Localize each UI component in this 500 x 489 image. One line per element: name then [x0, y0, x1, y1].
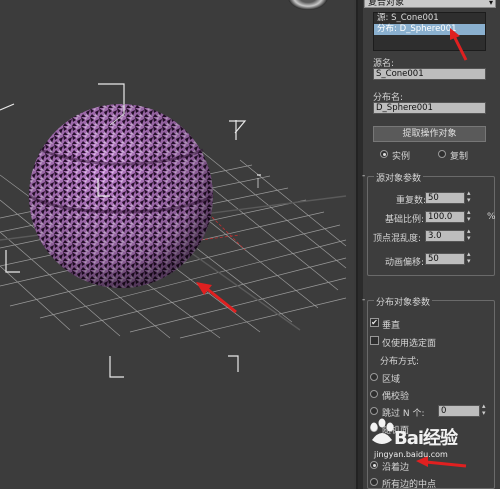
- collapse-icon[interactable]: -: [362, 295, 368, 305]
- percent-label: %: [487, 212, 496, 222]
- vertex-chaos-label: 顶点混乱度:: [373, 234, 422, 244]
- duplicates-label: 重复数:: [396, 196, 427, 206]
- baidu-jingyan-watermark: Bai经验 jingyan.baidu.com: [366, 418, 478, 459]
- method-edges-radio[interactable]: [370, 461, 378, 469]
- skip-n-field[interactable]: 0: [438, 405, 480, 417]
- selected-faces-checkbox[interactable]: [370, 336, 379, 345]
- selected-faces-label: 仅使用选定面: [382, 339, 437, 349]
- method-skip-radio[interactable]: [370, 407, 378, 415]
- dist-params-title: 分布对象参数: [374, 295, 433, 308]
- copy-radio[interactable]: [438, 150, 446, 158]
- method-even-label: 偶校验: [382, 392, 410, 402]
- duplicates-spinner[interactable]: [467, 189, 474, 204]
- base-scale-field[interactable]: 100.0: [425, 211, 465, 223]
- vertex-chaos-spinner[interactable]: [467, 227, 474, 242]
- base-scale-spinner[interactable]: [467, 208, 474, 223]
- watermark-brand: Bai经验: [394, 428, 458, 449]
- instance-label: 实例: [392, 152, 411, 162]
- list-item[interactable]: 源: S_Cone001: [374, 13, 485, 24]
- method-edge-mid-label: 所有边的中点: [382, 480, 437, 489]
- scatter-sphere[interactable]: [28, 104, 214, 288]
- copy-label: 复制: [450, 152, 469, 162]
- dist-name-field[interactable]: D_Sphere001: [373, 102, 486, 114]
- collapse-icon[interactable]: -: [362, 171, 368, 181]
- source-params-title: 源对象参数: [374, 171, 424, 184]
- anim-offset-label: 动画偏移:: [385, 258, 425, 268]
- object-type-value: 复合对象: [368, 0, 405, 8]
- perpendicular-label: 垂直: [382, 321, 401, 331]
- method-area-label: 区域: [382, 375, 401, 385]
- skip-n-spinner[interactable]: [482, 402, 489, 417]
- method-edges-label: 沿着边: [382, 463, 410, 473]
- instance-radio[interactable]: [380, 150, 388, 158]
- anim-offset-field[interactable]: 50: [425, 253, 465, 265]
- chevron-down-icon: ▾: [488, 0, 493, 7]
- duplicates-field[interactable]: 50: [425, 192, 465, 204]
- viewport-scene: [0, 83, 347, 378]
- extract-operand-button[interactable]: 提取操作对象: [373, 126, 486, 142]
- perspective-viewport[interactable]: [0, 0, 354, 489]
- object-type-dropdown[interactable]: 复合对象 ▾: [364, 0, 496, 8]
- vertex-chaos-field[interactable]: 3.0: [425, 230, 465, 242]
- method-area-radio[interactable]: [370, 373, 378, 381]
- method-edge-mid-radio[interactable]: [370, 478, 378, 486]
- dist-method-label: 分布方式:: [380, 357, 420, 367]
- method-even-radio[interactable]: [370, 390, 378, 398]
- panel-scrollbar[interactable]: [358, 0, 363, 489]
- perpendicular-checkbox[interactable]: ✔: [370, 318, 379, 327]
- source-name-field[interactable]: S_Cone001: [373, 68, 486, 80]
- anim-offset-spinner[interactable]: [467, 250, 474, 265]
- annotation-arrow: [196, 282, 237, 314]
- base-scale-label: 基础比例:: [385, 215, 425, 225]
- watermark-url: jingyan.baidu.com: [374, 450, 448, 459]
- command-panel: 复合对象 ▾ 源: S_Cone001 分布: D_Sphere001 源名: …: [356, 0, 500, 489]
- annotation-arrow-list: [450, 28, 468, 61]
